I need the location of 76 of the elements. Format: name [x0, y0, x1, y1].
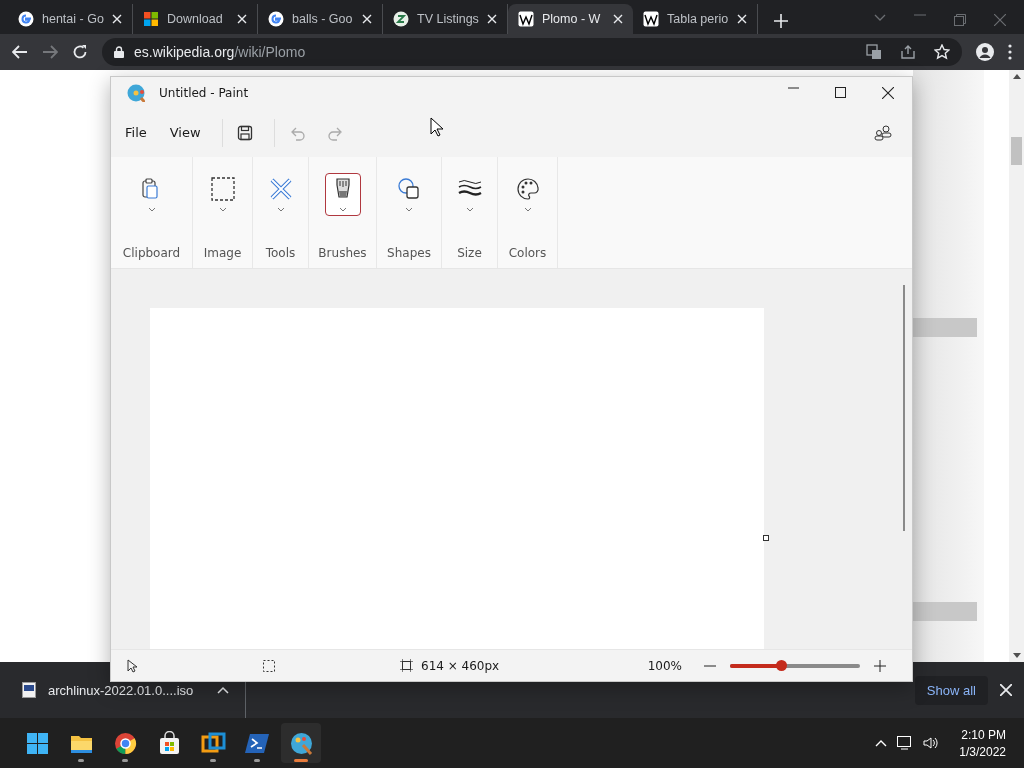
resize-handle[interactable]	[763, 535, 769, 541]
group-label: Tools	[265, 246, 296, 260]
translate-icon[interactable]	[866, 44, 882, 60]
chevron-down-icon[interactable]	[874, 14, 886, 22]
speaker-icon[interactable]	[923, 736, 940, 750]
address-bar[interactable]: es.wikipedia.org/wiki/Plomo	[102, 38, 962, 66]
zoom-in-icon[interactable]	[874, 659, 886, 672]
caret-icon	[218, 207, 227, 212]
show-all-button[interactable]: Show all	[914, 675, 988, 705]
dashed-selection-icon	[210, 177, 235, 201]
canvas-size: 614 × 460px	[421, 658, 500, 673]
google-logo-icon	[268, 11, 284, 27]
people-icon[interactable]	[874, 124, 892, 141]
more-menu-icon[interactable]	[1008, 44, 1012, 60]
restore-icon[interactable]	[954, 14, 966, 26]
window-title: Untitled - Paint	[159, 85, 249, 100]
star-icon[interactable]	[934, 44, 950, 60]
forward-arrow-icon[interactable]	[42, 45, 58, 59]
scroll-down-icon[interactable]	[1012, 653, 1021, 658]
scrollbar-thumb[interactable]	[903, 285, 905, 531]
reload-icon[interactable]	[72, 44, 88, 60]
w-tile-icon	[643, 11, 659, 27]
group-label: Size	[457, 246, 482, 260]
minimize-icon[interactable]	[788, 86, 799, 89]
clock-date[interactable]: 1/3/2022	[959, 744, 1006, 759]
group-label: Clipboard	[122, 246, 181, 260]
canvas-size-icon	[400, 659, 413, 672]
menu-item[interactable]: View	[167, 119, 214, 146]
download-filename[interactable]: archlinux-2022.01.0....iso	[48, 682, 194, 698]
mouse-pointer-icon	[430, 117, 444, 137]
caret-icon	[276, 207, 285, 212]
menu-item[interactable]: File	[123, 119, 160, 146]
maximize-icon[interactable]	[835, 86, 846, 98]
zoom-slider[interactable]	[730, 659, 860, 672]
caret-icon	[465, 207, 474, 212]
google-logo-icon	[18, 11, 34, 27]
group-label: Image	[203, 246, 242, 260]
chrome-logo-icon	[112, 730, 138, 756]
palette-icon	[515, 177, 540, 201]
crossed-pencils-icon	[268, 177, 293, 201]
back-arrow-icon[interactable]	[12, 45, 28, 59]
caret-icon	[405, 207, 413, 212]
shapes-icon	[397, 177, 421, 201]
group-label: Brushes	[318, 246, 367, 260]
windows-logo-icon	[24, 730, 50, 756]
zoom-percent: 100%	[647, 658, 682, 673]
group-label: Colors	[508, 246, 547, 260]
dashed-selection-icon	[263, 659, 275, 672]
four-squares-icon	[143, 11, 159, 27]
share-icon[interactable]	[900, 44, 916, 60]
browser-tab[interactable]: Plomo - W	[508, 4, 633, 34]
overlapping-squares-icon	[200, 730, 226, 756]
profile-icon[interactable]	[976, 43, 994, 61]
chevron-up-icon[interactable]	[217, 686, 230, 694]
slider-thumb[interactable]	[775, 660, 787, 671]
zoom-out-icon[interactable]	[704, 664, 716, 667]
url-text: es.wikipedia.org/wiki/Plomo	[134, 44, 306, 60]
w-tile-icon	[518, 11, 534, 27]
palette-icon	[127, 83, 145, 102]
iso-file-icon	[22, 682, 36, 698]
brushes-tool-button[interactable]	[324, 173, 361, 216]
save-icon	[236, 124, 253, 141]
caret-icon	[523, 207, 532, 212]
palette-icon	[288, 730, 314, 756]
monitor-icon[interactable]	[897, 736, 914, 750]
group-label: Shapes	[387, 246, 431, 260]
scrollbar-thumb[interactable]	[1011, 137, 1022, 165]
lock-icon	[114, 46, 124, 58]
clock-time[interactable]: 2:10 PM	[961, 727, 1006, 742]
pointer-icon	[127, 658, 137, 673]
new-tab-icon[interactable]	[774, 14, 788, 28]
caret-icon	[147, 207, 156, 212]
caret-icon	[338, 207, 347, 212]
scroll-up-icon[interactable]	[1012, 74, 1021, 79]
close-icon[interactable]	[882, 86, 894, 99]
letter-circle-icon	[393, 11, 409, 27]
